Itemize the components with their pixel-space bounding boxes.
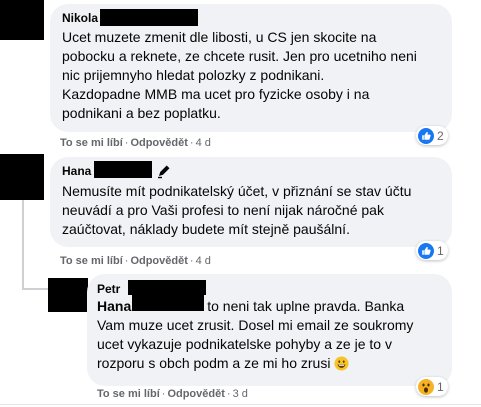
- timestamp[interactable]: 4 d: [196, 255, 211, 267]
- grinning-emoji-icon: [334, 356, 349, 371]
- like-link[interactable]: To se mi líbí: [60, 255, 123, 267]
- comment-text: Ucet muzete zmenit dle libosti, u CS jen…: [62, 29, 417, 121]
- pen-icon: [158, 165, 170, 179]
- reply-link[interactable]: Odpovědět: [167, 388, 224, 400]
- like-icon: [418, 127, 434, 144]
- reaction-badge[interactable]: 2: [416, 126, 448, 145]
- wow-icon: [418, 378, 434, 395]
- comment-actions: To se mi líbí · Odpovědět · 4 d: [60, 255, 211, 267]
- avatar[interactable]: [0, 0, 44, 40]
- timestamp[interactable]: 4 d: [196, 137, 211, 149]
- comment-actions: To se mi líbí · Odpovědět · 3 d: [97, 388, 248, 400]
- comment-text: Nemusíte mít podnikatelský účet, v přizn…: [62, 183, 412, 237]
- like-icon: [418, 242, 434, 259]
- reaction-badge[interactable]: 1: [416, 241, 448, 260]
- avatar[interactable]: [48, 278, 88, 312]
- redacted-name: [94, 161, 152, 178]
- like-link[interactable]: To se mi líbí: [60, 137, 123, 149]
- reply-link[interactable]: Odpovědět: [130, 255, 187, 267]
- divider: [0, 404, 481, 405]
- thread-line: [22, 288, 48, 290]
- redacted-name: [100, 9, 198, 26]
- timestamp[interactable]: 3 d: [233, 388, 248, 400]
- reaction-badge[interactable]: 1: [416, 377, 448, 396]
- reaction-count: 1: [437, 243, 444, 258]
- like-link[interactable]: To se mi líbí: [97, 388, 160, 400]
- comment-author[interactable]: Hana: [62, 164, 91, 178]
- comment-author[interactable]: Petr: [97, 282, 120, 296]
- comment-actions: To se mi líbí · Odpovědět · 4 d: [60, 137, 211, 149]
- redacted-name: [128, 280, 206, 295]
- reply-link[interactable]: Odpovědět: [130, 137, 187, 149]
- redacted-name: [132, 294, 204, 311]
- thread-line: [22, 200, 24, 290]
- mention-link[interactable]: Hana: [97, 298, 131, 314]
- reaction-count: 2: [437, 128, 444, 143]
- comment-author[interactable]: Nikola: [62, 11, 98, 25]
- avatar[interactable]: [0, 154, 44, 200]
- reaction-count: 1: [437, 379, 444, 394]
